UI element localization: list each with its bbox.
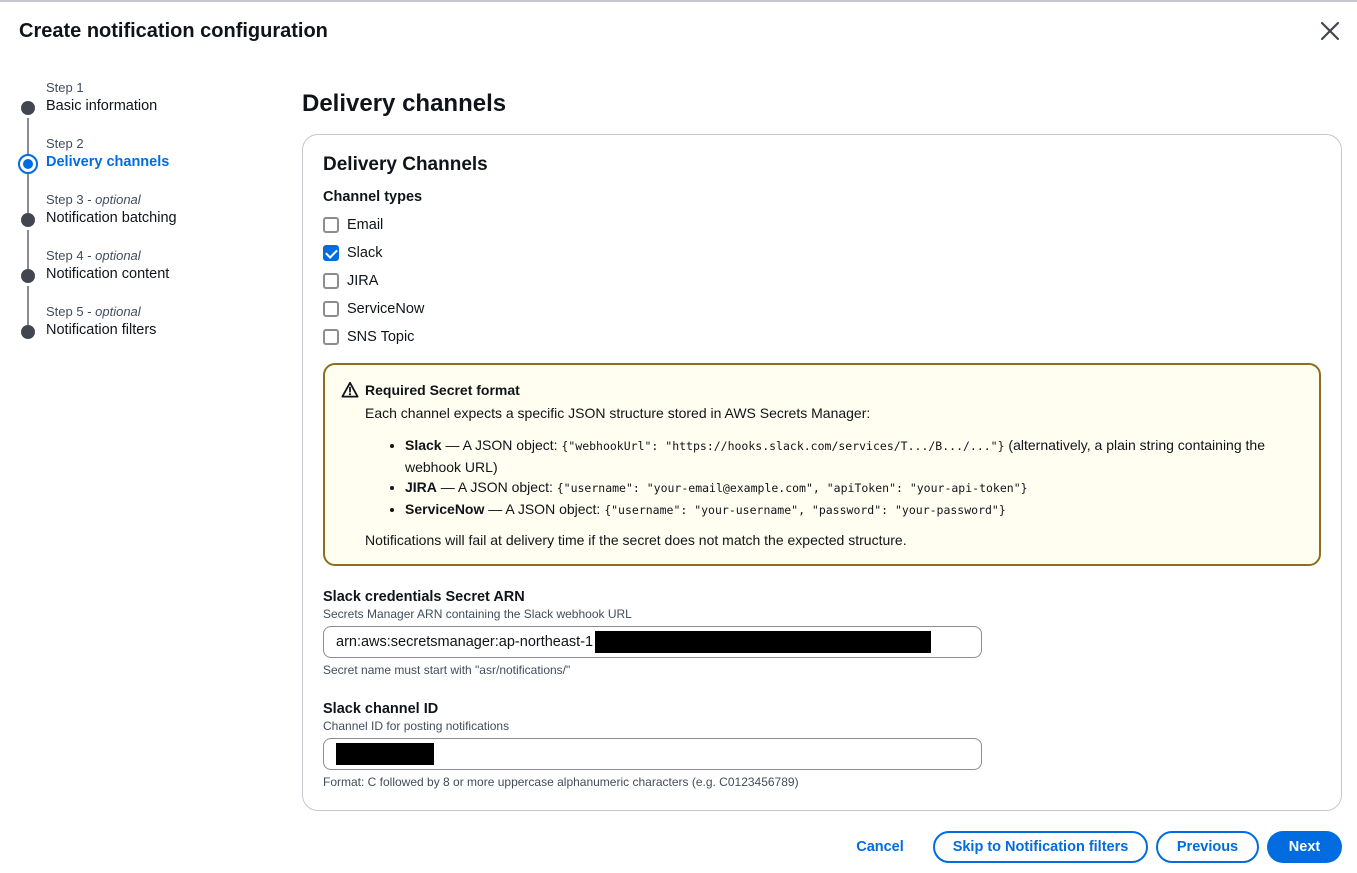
alert-item-name: JIRA [405, 479, 437, 495]
channel-id-field-hint: Format: C followed by 8 or more uppercas… [323, 775, 799, 789]
modal-title: Create notification configuration [19, 20, 328, 42]
checkbox-jira[interactable]: JIRA [323, 267, 424, 295]
step-optional: optional [95, 304, 141, 319]
alert-item-prefix: — A JSON object: [436, 479, 557, 495]
step-number: Step 5 - [46, 304, 96, 319]
modal: Create notification configuration Step 1… [0, 0, 1357, 873]
checkbox-label: SNS Topic [347, 329, 415, 345]
next-button[interactable]: Next [1267, 831, 1342, 863]
page-title: Delivery channels [302, 90, 507, 117]
channel-types-list: Email Slack JIRA ServiceNow SNS Topic [323, 211, 424, 351]
alert-list-item: ServiceNow — A JSON object: {"username":… [405, 499, 1307, 521]
step-indicator-icon [21, 213, 35, 227]
alert-item-code: {"username": "your-username", "password"… [604, 502, 1006, 517]
alert-item-prefix: — A JSON object: [484, 500, 605, 517]
step-title: Delivery channels [46, 154, 170, 170]
checkbox-label: JIRA [347, 273, 379, 289]
slack-channel-id-input[interactable] [323, 738, 982, 770]
step-title: Notification filters [46, 322, 157, 338]
step-indicator-active-icon [18, 154, 38, 174]
alert-item-name: ServiceNow [405, 500, 485, 517]
step-number: Step 4 - [46, 248, 96, 263]
checkbox-label: Email [347, 217, 384, 233]
arn-field-description: Secrets Manager ARN containing the Slack… [323, 607, 632, 621]
alert-list-item: Slack — A JSON object: {"webhookUrl": "h… [405, 435, 1307, 477]
channel-id-field-description: Channel ID for posting notifications [323, 719, 510, 733]
checkbox-label: Slack [347, 245, 383, 261]
checkbox-icon[interactable] [323, 301, 339, 317]
checkbox-sns-topic[interactable]: SNS Topic [323, 323, 424, 351]
alert-list: Slack — A JSON object: {"webhookUrl": "h… [387, 435, 1307, 520]
container-title: Delivery Channels [323, 154, 488, 175]
step-indicator-icon [21, 269, 35, 283]
alert-item-code: {"username": "your-email@example.com", "… [556, 481, 1028, 495]
close-icon [1320, 21, 1340, 41]
wizard-navigation: Step 1 Basic information Step 2 Delivery… [18, 78, 278, 358]
channel-types-label: Channel types [323, 189, 423, 205]
secret-arn-value: arn:aws:secretsmanager:ap-northeast-1 [336, 634, 594, 650]
arn-field-label: Slack credentials Secret ARN [323, 589, 525, 605]
arn-field-hint: Secret name must start with "asr/notific… [323, 663, 571, 677]
step-title: Notification content [46, 266, 170, 282]
alert-title: Required Secret format [365, 382, 520, 398]
alert-item-code: {"webhookUrl": "https://hooks.slack.com/… [561, 439, 1005, 453]
checkbox-icon[interactable] [323, 273, 339, 289]
checkbox-icon[interactable] [323, 217, 339, 233]
step-number: Step 2 [46, 136, 84, 151]
checkbox-servicenow[interactable]: ServiceNow [323, 295, 424, 323]
checkbox-email[interactable]: Email [323, 211, 424, 239]
alert-list-item: JIRA — A JSON object: {"username": "your… [405, 477, 1307, 499]
channel-id-field-label: Slack channel ID [323, 701, 439, 717]
alert-item-prefix: — A JSON object: [441, 437, 562, 453]
step-title: Notification batching [46, 210, 177, 226]
checkbox-icon[interactable] [323, 329, 339, 345]
checkbox-checked-icon[interactable] [323, 245, 339, 261]
step-optional: optional [95, 192, 141, 207]
wizard-step-3[interactable]: Step 3 - optional Notification batching [18, 190, 278, 270]
secret-arn-input[interactable]: arn:aws:secretsmanager:ap-northeast-1 [323, 626, 982, 658]
checkbox-label: ServiceNow [347, 301, 425, 317]
wizard-step-5[interactable]: Step 5 - optional Notification filters [18, 302, 278, 358]
wizard-step-4[interactable]: Step 4 - optional Notification content [18, 246, 278, 326]
alert-footer: Notifications will fail at delivery time… [365, 532, 907, 548]
wizard-step-1[interactable]: Step 1 Basic information [18, 78, 278, 158]
skip-to-filters-button[interactable]: Skip to Notification filters [933, 831, 1148, 863]
redacted-block [595, 631, 932, 653]
cancel-button[interactable]: Cancel [846, 831, 914, 863]
alert-text: Each channel expects a specific JSON str… [365, 405, 871, 421]
checkbox-slack[interactable]: Slack [323, 239, 424, 267]
step-indicator-icon [21, 101, 35, 115]
step-title: Basic information [46, 98, 158, 114]
step-number: Step 3 - [46, 192, 96, 207]
redacted-block [336, 743, 434, 765]
secret-format-alert: Required Secret format Each channel expe… [323, 363, 1321, 566]
delivery-channels-container: Delivery Channels Channel types Email Sl… [302, 134, 1342, 811]
warning-icon [341, 381, 359, 398]
alert-item-name: Slack [405, 437, 442, 453]
previous-button[interactable]: Previous [1156, 831, 1259, 863]
step-optional: optional [95, 248, 141, 263]
close-button[interactable] [1315, 16, 1345, 46]
wizard-step-2[interactable]: Step 2 Delivery channels [18, 134, 278, 214]
step-indicator-icon [21, 325, 35, 339]
step-number: Step 1 [46, 80, 84, 95]
